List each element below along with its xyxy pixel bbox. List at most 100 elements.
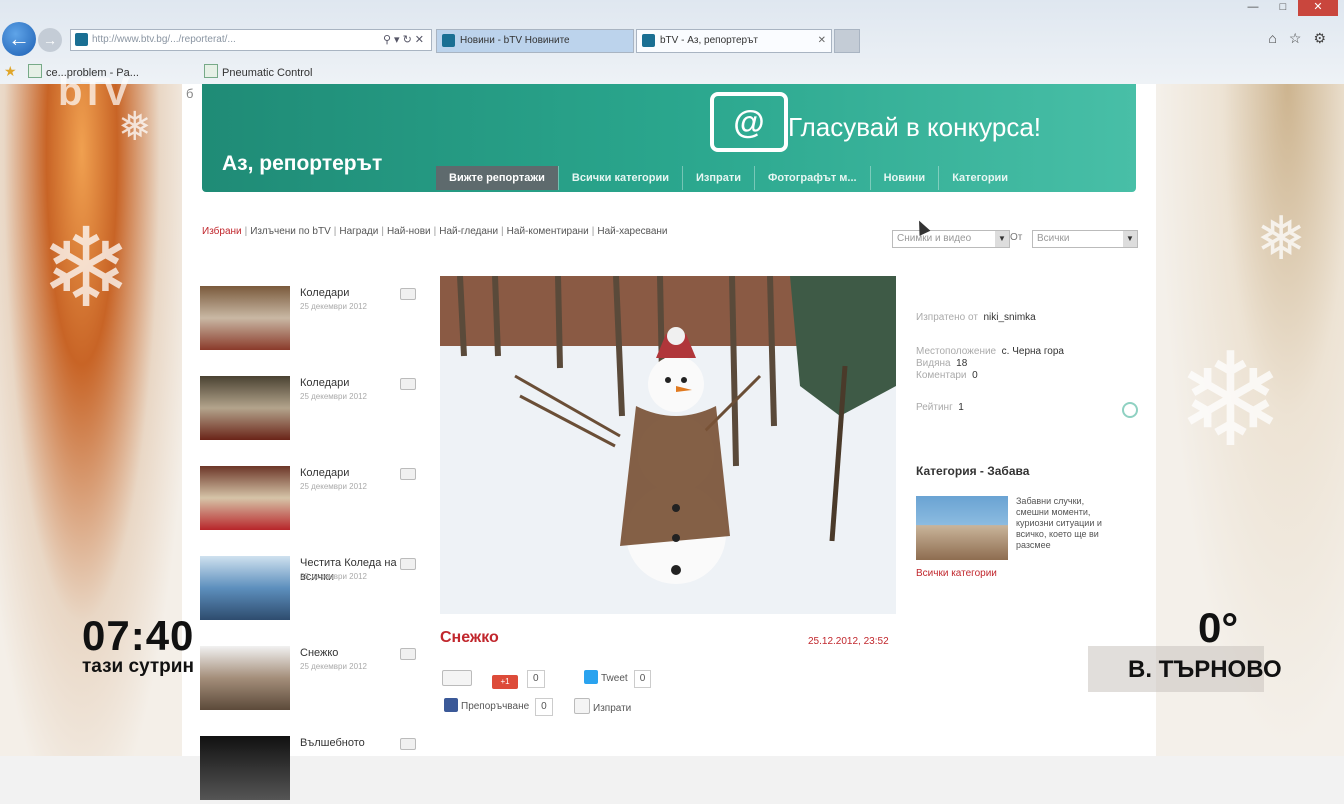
filter-separator: |: [381, 226, 384, 237]
page-icon: [28, 64, 42, 78]
nav-tab[interactable]: Всички категории: [557, 166, 682, 190]
home-icon[interactable]: ⌂: [1268, 30, 1288, 46]
main-photo[interactable]: [440, 276, 896, 614]
gplus-icon: +1: [492, 675, 518, 689]
content-type-select[interactable]: Снимки и видео ▼: [892, 230, 1010, 248]
snowman-photo: [440, 276, 896, 614]
list-thumbnail[interactable]: [200, 466, 290, 530]
nav-tab[interactable]: Изпрати: [681, 166, 754, 190]
back-button[interactable]: ←: [2, 22, 36, 56]
close-window-icon[interactable]: ✕: [1298, 0, 1338, 16]
new-tab-button[interactable]: [834, 29, 860, 53]
category-description: Забавни случки, смешни моменти, куриозни…: [1016, 496, 1102, 550]
comments-label: Коментари: [916, 370, 967, 381]
filter-link[interactable]: Награди: [339, 226, 378, 237]
filter-link[interactable]: Най-гледани: [439, 226, 498, 237]
address-controls[interactable]: ⚲▾↻✕: [383, 30, 427, 50]
nav-tab[interactable]: Вижте репортажи: [436, 166, 558, 190]
list-thumbnail[interactable]: [200, 646, 290, 710]
favorites-add-icon[interactable]: ★: [4, 63, 17, 80]
email-icon: [442, 670, 472, 686]
filter-link[interactable]: Най-коментирани: [507, 226, 589, 237]
tweet-button[interactable]: Tweet 0: [584, 670, 652, 688]
twitter-bird-icon: [584, 670, 598, 684]
address-url: http://www.btv.bg/.../reporterat/...: [92, 34, 236, 45]
maximize-icon[interactable]: □: [1268, 1, 1298, 17]
tab-reporter[interactable]: bTV - Аз, репортерът ✕: [636, 29, 832, 53]
nav-tab[interactable]: Новини: [869, 166, 939, 190]
list-item[interactable]: Коледари 25 декември 2012: [200, 286, 420, 354]
select-value: Всички: [1037, 233, 1070, 244]
author-label: Изпратено от: [916, 312, 978, 323]
list-date: 25 декември 2012: [300, 302, 367, 311]
address-bar[interactable]: http://www.btv.bg/.../reporterat/... ⚲▾↻…: [70, 29, 432, 51]
location-value: с. Черна гора: [1001, 346, 1064, 357]
select-value: Снимки и видео: [897, 233, 972, 244]
tab-label: bTV - Аз, репортерът: [660, 35, 758, 46]
list-thumbnail[interactable]: [200, 736, 290, 800]
email-share-button[interactable]: [442, 670, 475, 686]
list-thumbnail[interactable]: [200, 376, 290, 440]
period-label: От: [1010, 232, 1023, 243]
gplus-count: 0: [527, 670, 545, 688]
period-select[interactable]: Всички ▼: [1032, 230, 1138, 248]
filter-separator: |: [591, 226, 595, 237]
forward-button[interactable]: →: [38, 28, 62, 52]
list-title[interactable]: Коледари: [300, 466, 400, 480]
comments-value: 0: [972, 370, 978, 381]
location-row: Местоположение с. Черна гора: [916, 346, 1064, 357]
list-thumbnail[interactable]: [200, 286, 290, 350]
list-item[interactable]: Вълшебното: [200, 736, 420, 804]
camera-at-icon: @: [710, 92, 788, 152]
gear-icon[interactable]: ⚙: [1313, 30, 1338, 46]
list-date: 25 декември 2012: [300, 482, 367, 491]
facebook-recommend-button[interactable]: Препоръчване 0: [444, 698, 553, 716]
category-title: Категория - Забава: [916, 464, 1030, 478]
list-title[interactable]: Снежко: [300, 646, 400, 660]
page-indicator-icon: б: [186, 86, 194, 101]
comment-icon: [400, 738, 416, 750]
list-item[interactable]: Снежко 25 декември 2012: [200, 646, 420, 714]
category-image[interactable]: [916, 496, 1008, 560]
minimize-icon[interactable]: —: [1238, 1, 1268, 17]
banner-cta[interactable]: Гласувай в конкурса!: [788, 112, 1041, 143]
tv-show-name: тази сутрин: [82, 656, 194, 677]
tab-news[interactable]: Новини - bTV Новините: [436, 29, 634, 53]
rating-value: 1: [958, 402, 964, 413]
list-title[interactable]: Вълшебното: [300, 736, 400, 750]
nav-tab[interactable]: Фотографът м...: [753, 166, 870, 190]
nav-tab[interactable]: Категории: [938, 166, 1021, 190]
filter-separator: |: [333, 226, 337, 237]
all-categories-link[interactable]: Всички категории: [916, 568, 997, 579]
list-date: 25 декември 2012: [300, 392, 367, 401]
filter-link[interactable]: Най-харесвани: [597, 226, 667, 237]
favorites-star-icon[interactable]: ☆: [1289, 30, 1314, 46]
list-title[interactable]: Коледари: [300, 376, 400, 390]
list-item[interactable]: Честита Коледа на всички 25 декември 2012: [200, 556, 420, 624]
list-thumbnail[interactable]: [200, 556, 290, 620]
gplus-button[interactable]: +1 0: [492, 670, 545, 689]
filter-link[interactable]: Избрани: [202, 226, 242, 237]
favorite-link[interactable]: Pneumatic Control: [204, 64, 313, 79]
fb-label: Препоръчване: [461, 701, 530, 712]
filter-link[interactable]: Излъчени по bTV: [250, 226, 331, 237]
filter-link[interactable]: Най-нови: [387, 226, 431, 237]
close-tab-icon[interactable]: ✕: [818, 30, 826, 52]
list-item[interactable]: Коледари 25 декември 2012: [200, 376, 420, 444]
favorites-bar: ★ ce...problem - Pa... Pneumatic Control: [0, 60, 1344, 82]
facebook-icon: [444, 698, 458, 712]
author-value[interactable]: niki_snimka: [983, 312, 1035, 323]
browser-tools: ⌂☆⚙: [1268, 30, 1338, 47]
window-controls: — □ ✕: [1238, 0, 1338, 17]
btv-logo-text: bTV: [58, 70, 130, 114]
comment-icon: [400, 648, 416, 660]
send-button[interactable]: Изпрати: [574, 698, 631, 714]
list-title[interactable]: Коледари: [300, 286, 400, 300]
refresh-icon[interactable]: [1122, 402, 1138, 418]
rating-row: Рейтинг 1: [916, 402, 964, 413]
tab-favicon-icon: [442, 34, 455, 47]
comment-icon: [400, 558, 416, 570]
tv-clock: 07:40: [82, 612, 195, 659]
list-item[interactable]: Коледари 25 декември 2012: [200, 466, 420, 534]
favorite-label: Pneumatic Control: [222, 67, 313, 79]
